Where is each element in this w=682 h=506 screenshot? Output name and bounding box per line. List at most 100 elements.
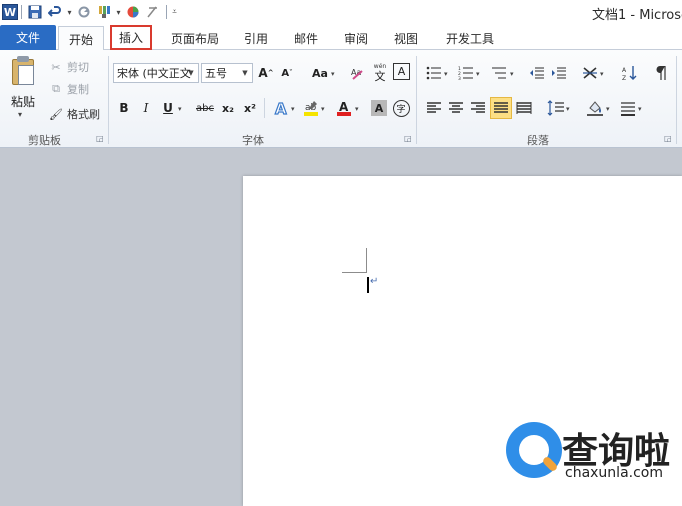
clear-formatting-button[interactable]: Aa [348, 63, 368, 83]
text-effects-dropdown-icon[interactable]: ▾ [291, 105, 295, 113]
character-border-icon: A [397, 65, 406, 78]
tab-references[interactable]: 引用 [238, 26, 274, 50]
undo-icon[interactable] [45, 2, 65, 22]
font-name-select[interactable]: 宋体 (中文正文 ▼ [113, 63, 199, 83]
subscript-icon: x₂ [222, 101, 234, 115]
numbering-button[interactable]: 123 [456, 63, 476, 83]
change-case-button[interactable]: Aa [308, 63, 332, 83]
numbering-dropdown-icon[interactable]: ▾ [476, 70, 480, 78]
group-divider-3 [676, 56, 677, 144]
bold-button[interactable]: B [114, 98, 134, 118]
watermark-url: chaxunla.com [565, 465, 663, 481]
ribbon-tabs: 文件 开始 插入 页面布局 引用 邮件 审阅 视图 开发工具 [0, 24, 682, 51]
tab-developer[interactable]: 开发工具 [440, 26, 500, 50]
format-painter-icon[interactable] [94, 2, 114, 22]
phonetic-guide-button[interactable]: wén 文 [370, 63, 390, 83]
underline-dropdown-icon[interactable]: ▾ [178, 105, 182, 113]
paste-icon[interactable] [10, 56, 36, 86]
justify-button[interactable] [490, 97, 512, 119]
quick-access-toolbar: W ▾ ▾ ⩡ [0, 0, 179, 24]
tab-home[interactable]: 开始 [58, 26, 104, 51]
enclose-characters-icon: 字 [392, 99, 410, 117]
chinese-layout-button[interactable] [580, 63, 600, 83]
chinese-layout-dropdown-icon[interactable]: ▾ [600, 70, 604, 78]
grow-font-button[interactable]: A ^ [256, 63, 276, 83]
font-color-dropdown-icon[interactable]: ▾ [355, 105, 359, 113]
highlight-button[interactable]: ab [301, 98, 321, 118]
paragraph-launcher-icon[interactable]: ◲ [664, 134, 672, 143]
shading-dropdown-icon[interactable]: ▾ [606, 105, 610, 113]
save-icon[interactable] [25, 2, 45, 22]
customize-qat-icon[interactable]: ⩡ [170, 7, 179, 17]
character-shading-button[interactable]: A [369, 98, 389, 118]
multilevel-list-button[interactable] [489, 63, 509, 83]
paste-button[interactable]: 粘贴 [11, 93, 35, 110]
borders-dropdown-icon[interactable]: ▾ [638, 105, 642, 113]
format-dropdown-icon[interactable]: ▾ [114, 8, 123, 17]
paragraph-mark-icon: ↵ [370, 276, 379, 287]
underline-icon: U [163, 101, 173, 115]
font-color-button[interactable]: A [334, 98, 354, 118]
undo-dropdown-icon[interactable]: ▾ [65, 8, 74, 17]
change-case-icon: Aa [312, 66, 328, 80]
increase-indent-button[interactable] [549, 63, 569, 83]
strikethrough-button[interactable]: abc [193, 98, 217, 118]
clear-format-icon[interactable] [143, 2, 163, 22]
strikethrough-icon: abc [196, 102, 214, 114]
tab-file[interactable]: 文件 [0, 25, 56, 50]
page-corner-mark [342, 272, 367, 273]
enclose-characters-button[interactable]: 字 [391, 98, 411, 118]
tab-mailings[interactable]: 邮件 [288, 26, 324, 50]
align-left-button[interactable] [424, 98, 444, 118]
bullets-button[interactable] [424, 63, 444, 83]
align-right-button[interactable] [468, 98, 488, 118]
bullets-dropdown-icon[interactable]: ▾ [444, 70, 448, 78]
font-size-value: 五号 [205, 67, 227, 80]
tab-page-layout[interactable]: 页面布局 [166, 26, 224, 50]
shrink-font-icon: A [281, 67, 290, 79]
copy-button[interactable]: ⧉ 复制 [48, 80, 89, 98]
line-spacing-dropdown-icon[interactable]: ▾ [566, 105, 570, 113]
clipboard-group-label: 剪贴板 [28, 134, 61, 147]
paste-dropdown-icon[interactable]: ▾ [18, 110, 22, 119]
tab-view[interactable]: 视图 [388, 26, 424, 50]
borders-button[interactable] [618, 98, 638, 118]
tab-review[interactable]: 审阅 [338, 26, 374, 50]
tab-insert[interactable]: 插入 [110, 25, 152, 50]
superscript-button[interactable]: x² [240, 98, 260, 118]
group-divider [108, 56, 109, 144]
clipboard-launcher-icon[interactable]: ◲ [96, 134, 104, 143]
ribbon: 粘贴 ▾ ✂ 剪切 ⧉ 复制 🖌 格式刷 剪贴板 ◲ 宋体 (中文正文 ▼ 五号… [0, 50, 682, 148]
highlight-dropdown-icon[interactable]: ▾ [321, 105, 325, 113]
text-effects-button[interactable]: A [272, 98, 292, 118]
shrink-font-button[interactable]: Aˇ [277, 63, 297, 83]
page-corner-mark-vertical [366, 248, 367, 273]
italic-button[interactable]: I [136, 98, 156, 118]
multilevel-list-dropdown-icon[interactable]: ▾ [510, 70, 514, 78]
superscript-icon: x² [244, 101, 256, 115]
color-icon[interactable] [123, 2, 143, 22]
show-formatting-marks-button[interactable] [652, 63, 672, 83]
format-painter-button[interactable]: 🖌 格式刷 [48, 105, 100, 123]
change-case-dropdown-icon[interactable]: ▾ [331, 70, 335, 78]
shading-button[interactable] [585, 98, 605, 118]
align-center-button[interactable] [446, 98, 466, 118]
redo-icon[interactable] [74, 2, 94, 22]
distributed-button[interactable] [514, 98, 534, 118]
font-name-value: 宋体 (中文正文 [117, 67, 191, 80]
decrease-indent-button[interactable] [527, 63, 547, 83]
clipboard-paper-shape [18, 65, 34, 85]
line-spacing-button[interactable] [546, 98, 566, 118]
underline-button[interactable]: U [158, 98, 178, 118]
character-border-button[interactable]: A [393, 63, 410, 80]
svg-text:Z: Z [622, 75, 626, 81]
font-launcher-icon[interactable]: ◲ [404, 134, 412, 143]
word-app-icon[interactable]: W [2, 4, 18, 20]
font-size-select[interactable]: 五号 ▼ [201, 63, 253, 83]
subscript-button[interactable]: x₂ [218, 98, 238, 118]
cut-button[interactable]: ✂ 剪切 [48, 58, 89, 76]
watermark-logo-icon [506, 422, 562, 478]
format-painter-label: 格式刷 [67, 108, 100, 121]
sort-button[interactable]: AZ [620, 63, 640, 83]
svg-text:A: A [339, 100, 349, 114]
